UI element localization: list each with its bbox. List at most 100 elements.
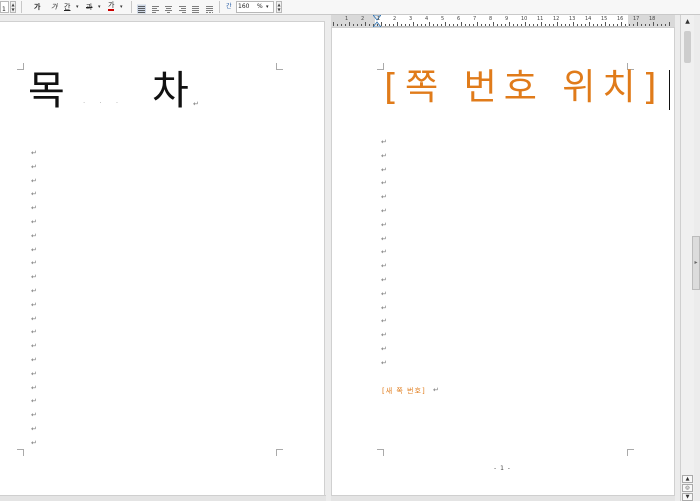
ruler-tick	[381, 22, 382, 26]
ruler-tick	[345, 24, 346, 26]
ruler-tick	[341, 24, 342, 26]
ruler-tick	[361, 24, 362, 26]
toc-title-first-char: 목	[28, 68, 65, 114]
next-page-icon[interactable]: ▼	[682, 493, 693, 501]
ruler-tick	[629, 24, 630, 26]
distribute-align-icon[interactable]	[191, 3, 200, 15]
justify-align-icon[interactable]	[137, 3, 146, 15]
paragraph-mark: ↵	[381, 151, 387, 160]
ruler-tick	[561, 24, 562, 26]
underline-dropdown-icon[interactable]: ▾	[76, 1, 79, 13]
ruler-tick	[597, 24, 598, 26]
paragraph-mark: ↵	[31, 273, 37, 282]
paragraph-mark: ↵	[31, 218, 37, 226]
underline-button[interactable]: 간	[64, 1, 70, 13]
paragraph-mark: ↵	[31, 383, 37, 392]
font-size-stepper[interactable]: ▲ ▼	[10, 1, 16, 13]
text-cursor	[669, 70, 670, 110]
paragraph-mark: ↵	[381, 276, 387, 284]
ruler-tick	[497, 24, 498, 26]
paragraph-mark: ↵	[31, 287, 37, 295]
divide-align-icon[interactable]	[205, 3, 214, 15]
italic-button[interactable]: 가	[51, 1, 57, 13]
ruler-tick	[505, 24, 506, 26]
left-horizontal-scrollbar[interactable]	[0, 495, 326, 501]
bold-button[interactable]: 가	[34, 1, 40, 13]
ruler-tick	[445, 22, 446, 26]
toc-title-spacing-dots: · · ·	[83, 99, 125, 107]
previous-page-icon[interactable]: ▲	[682, 475, 693, 483]
ruler-tick	[521, 24, 522, 26]
paragraph-mark: ↵	[193, 100, 199, 108]
page-number-position-title: [쪽 번호 위치]	[384, 67, 664, 108]
align-left-icon[interactable]	[151, 3, 160, 15]
align-right-icon[interactable]	[178, 3, 187, 15]
paragraph-mark: ↵	[31, 397, 37, 406]
horizontal-ruler[interactable]: 1 2 1 2 3 4 5 6 7 8 9 10 11 12 13 14 15 16 17 18	[331, 15, 675, 27]
ruler-tick	[441, 24, 442, 26]
ruler-tick	[617, 24, 618, 26]
ruler-tick	[657, 24, 658, 26]
paragraph-mark: ↵	[31, 356, 37, 364]
margin-mark-bottom-right	[627, 449, 634, 456]
ruler-tick	[609, 24, 610, 26]
toc-title-second-char: 차	[152, 68, 189, 114]
ruler-tick	[433, 24, 434, 26]
ruler-tick	[373, 24, 374, 26]
paragraph-mark: ↵	[381, 220, 387, 229]
font-color-button[interactable]: 가	[108, 1, 115, 11]
ruler-tick	[421, 24, 422, 26]
ruler-tick	[589, 22, 590, 26]
font-size-input[interactable]: 1	[0, 1, 9, 13]
spin-down-icon[interactable]: ▼	[277, 7, 281, 12]
ruler-tick	[509, 22, 510, 26]
strikethrough-button[interactable]: 과	[86, 1, 92, 13]
ruler-tick	[453, 24, 454, 26]
new-page-number-field[interactable]: [새 쪽 번호]	[382, 386, 426, 396]
ruler-tick	[401, 24, 402, 26]
ruler-tick	[625, 24, 626, 26]
paragraph-mark: ↵	[31, 300, 37, 309]
strikethrough-dropdown-icon[interactable]: ▾	[98, 1, 101, 13]
ruler-tick	[537, 24, 538, 26]
left-page-toc[interactable]: 목 · · · 차 ↵ ↵ ↵ ↵ ↵ ↵ ↵ ↵ ↵ ↵ ↵ ↵ ↵ ↵ ↵ ↵ ↵ ↵ ↵ ↵ ↵ ↵ ↵	[0, 21, 325, 497]
scroll-up-icon[interactable]: ▲	[681, 15, 694, 28]
ruler-label: 7	[473, 16, 477, 22]
paragraph-mark: ↵	[31, 204, 37, 213]
paragraph-mark: ↵	[31, 369, 37, 378]
ruler-tick	[457, 24, 458, 26]
paragraph-mark: ↵	[433, 386, 439, 394]
paragraph-mark: ↵	[31, 231, 37, 240]
ruler-tick	[653, 22, 654, 26]
ruler-tick	[485, 24, 486, 26]
line-spacing-dropdown-icon[interactable]: ▾	[266, 2, 269, 12]
ruler-tick	[353, 24, 354, 26]
line-spacing-stepper[interactable]: ▲ ▼	[276, 1, 282, 13]
ruler-tick	[413, 22, 414, 26]
ruler-label: 1	[377, 16, 381, 22]
align-center-icon[interactable]	[164, 3, 173, 15]
ruler-tick	[569, 24, 570, 26]
ruler-tick	[641, 24, 642, 26]
ruler-label: 9	[505, 16, 509, 22]
scroll-thumb[interactable]	[684, 31, 691, 63]
right-horizontal-scrollbar[interactable]	[331, 495, 675, 501]
right-page-content[interactable]: [쪽 번호 위치] ↵ ↵ ↵ ↵ ↵ ↵ ↵ ↵ ↵ ↵ ↵ ↵ ↵ ↵ ↵ ↵ ↵ [새 쪽 번호] ↵ -…	[331, 27, 675, 497]
ruler-tick	[565, 24, 566, 26]
paragraph-mark: ↵	[31, 176, 37, 185]
ruler-tick	[425, 24, 426, 26]
ruler-tick	[473, 24, 474, 26]
toolbar-divider	[21, 1, 22, 13]
ruler-tick	[357, 24, 358, 26]
paragraph-mark: ↵	[381, 262, 387, 271]
ruler-tick	[377, 24, 378, 26]
spin-down-icon[interactable]: ▼	[11, 7, 15, 12]
paragraph-mark: ↵	[31, 328, 37, 337]
splitter-handle[interactable]: ▸	[692, 236, 700, 290]
font-color-dropdown-icon[interactable]: ▾	[120, 1, 123, 13]
paragraph-mark: ↵	[381, 345, 387, 353]
line-spacing-input[interactable]: 160 % ▾	[236, 1, 274, 13]
page-select-icon[interactable]: ◎	[682, 484, 693, 492]
margin-mark-top-left	[17, 63, 24, 70]
paragraph-mark: ↵	[31, 342, 37, 351]
